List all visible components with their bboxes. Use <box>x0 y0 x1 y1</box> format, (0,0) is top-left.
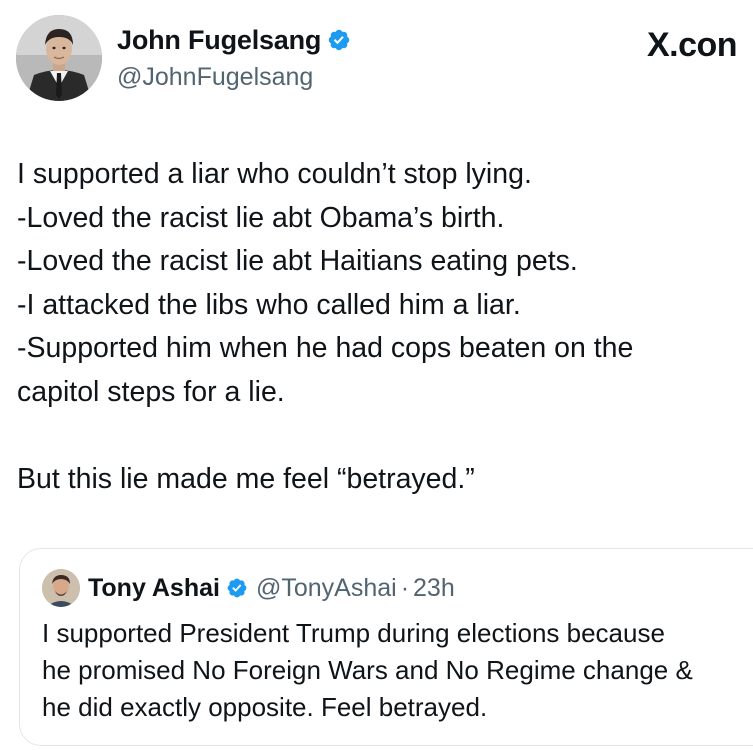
author-display-name[interactable]: John Fugelsang <box>117 24 321 56</box>
tweet-line: -Loved the racist lie abt Obama’s birth. <box>17 201 505 234</box>
author-avatar[interactable] <box>16 15 102 101</box>
tweet-line: capitol steps for a lie. <box>17 375 285 408</box>
author-handle[interactable]: @JohnFugelsang <box>117 62 313 92</box>
quoted-author-avatar[interactable] <box>42 569 80 607</box>
tweet-screenshot: John Fugelsang @JohnFugelsang X.con I su… <box>0 0 753 750</box>
verified-badge-icon <box>226 577 248 599</box>
quoted-tweet-card[interactable]: Tony Ashai @TonyAshai · 23h I supported … <box>19 548 753 746</box>
tweet-line: But this lie made me feel “betrayed.” <box>17 462 475 495</box>
quoted-tweet-header: Tony Ashai @TonyAshai · 23h <box>42 569 455 607</box>
author-name-row: John Fugelsang <box>117 24 351 56</box>
tweet-line: -I attacked the libs who called him a li… <box>17 288 521 321</box>
tweet-line: -Loved the racist lie abt Haitians eatin… <box>17 245 578 277</box>
tweet-paragraph-gap <box>17 414 747 458</box>
quoted-tweet-line: I supported President Trump during elect… <box>42 618 665 648</box>
quoted-tweet-text: I supported President Trump during elect… <box>42 615 753 726</box>
separator-dot: · <box>400 573 410 602</box>
quoted-tweet-timestamp[interactable]: 23h <box>413 574 455 603</box>
verified-badge-icon <box>327 28 351 52</box>
tweet-line: -Supported him when he had cops beaten o… <box>17 332 634 364</box>
tweet-text: I supported a liar who couldn’t stop lyi… <box>17 153 747 501</box>
quoted-author-name[interactable]: Tony Ashai <box>88 574 220 603</box>
x-brand-logo: X.con <box>647 26 738 64</box>
quoted-author-handle[interactable]: @TonyAshai <box>256 574 397 603</box>
quoted-tweet-line: he promised No Foreign Wars and No Regim… <box>42 655 693 685</box>
tweet-line: I supported a liar who couldn’t stop lyi… <box>17 158 532 190</box>
quoted-tweet-line: he did exactly opposite. Feel betrayed. <box>42 692 488 722</box>
